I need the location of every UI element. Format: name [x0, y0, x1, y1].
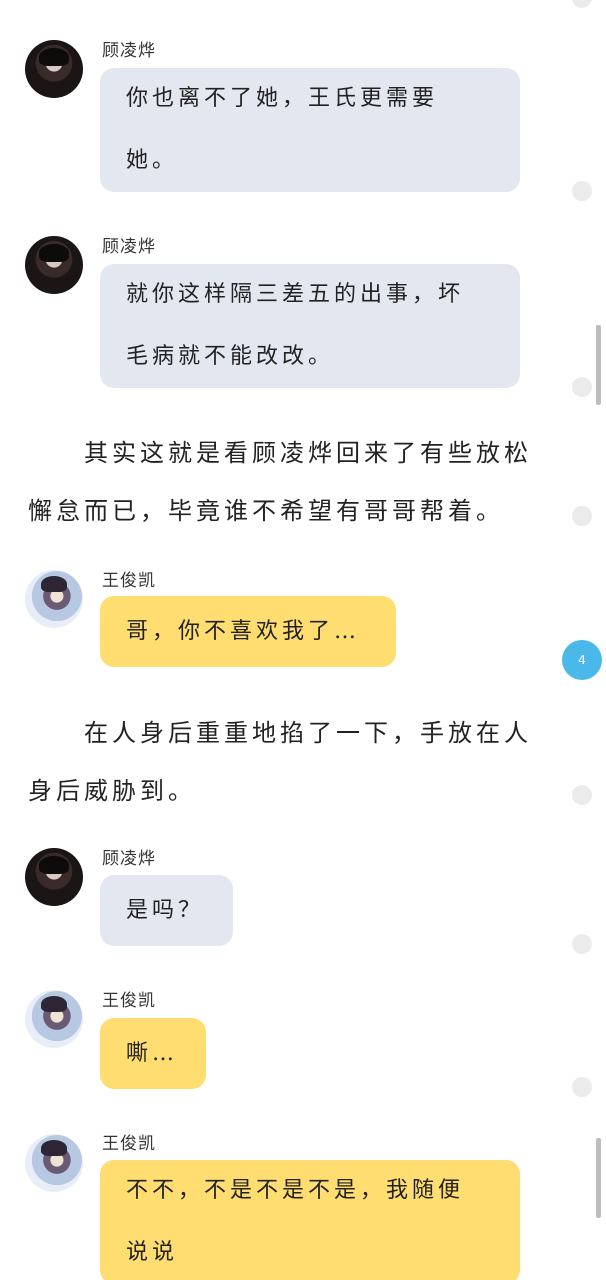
narration-paragraph: 在人身后重重地掐了一下，手放在人身后威胁到。: [28, 719, 532, 805]
message-bubble: 你也离不了她，王氏更需要 她。: [100, 68, 520, 192]
message-bubble: 就你这样隔三差五的出事，坏 毛病就不能改改。: [100, 264, 520, 388]
avatar-gu-lingye[interactable]: [25, 236, 83, 294]
comment-dot[interactable]: [572, 377, 592, 397]
avatar-wang-junkai[interactable]: [25, 1134, 83, 1192]
comment-dot[interactable]: [572, 1077, 592, 1097]
message-line: 嘶…: [126, 1041, 179, 1066]
speaker-name: 顾凌烨: [102, 237, 156, 257]
speaker-name: 顾凌烨: [102, 849, 156, 869]
avatar-gu-lingye[interactable]: [25, 848, 83, 906]
comment-dot[interactable]: [572, 785, 592, 805]
scrollbar-thumb[interactable]: [596, 1138, 601, 1218]
speaker-name: 王俊凯: [102, 991, 156, 1011]
message-line: 你也离不了她，王氏更需要: [126, 86, 439, 111]
speaker-name: 顾凌烨: [102, 41, 156, 61]
scrollbar-thumb[interactable]: [596, 325, 601, 405]
comment-dot[interactable]: [572, 0, 592, 8]
message-bubble: 嘶…: [100, 1018, 206, 1089]
speaker-name: 王俊凯: [102, 571, 156, 591]
comment-dot[interactable]: [572, 506, 592, 526]
message-line: 毛病就不能改改。: [126, 344, 335, 369]
message-bubble: 哥，你不喜欢我了…: [100, 596, 396, 667]
message-line: 说说: [126, 1240, 179, 1265]
comment-dot[interactable]: [572, 181, 592, 201]
message-line: 不不，不是不是不是，我随便: [126, 1178, 465, 1203]
message-bubble: 不不，不是不是不是，我随便 说说: [100, 1160, 520, 1280]
avatar-gu-lingye[interactable]: [25, 40, 83, 98]
avatar-wang-junkai[interactable]: [25, 990, 83, 1048]
narration-paragraph: 其实这就是看顾凌烨回来了有些放松懈怠而已，毕竟谁不希望有哥哥帮着。: [28, 439, 532, 525]
comment-count-badge[interactable]: 4: [562, 640, 602, 680]
message-line: 就你这样隔三差五的出事，坏: [126, 282, 465, 307]
avatar-wang-junkai[interactable]: [25, 570, 83, 628]
message-line: 她。: [126, 148, 179, 173]
speaker-name: 王俊凯: [102, 1134, 156, 1154]
comment-dot[interactable]: [572, 934, 592, 954]
chat-story-page: 顾凌烨 你也离不了她，王氏更需要 她。 顾凌烨 就你这样隔三差五的出事，坏 毛病…: [0, 0, 606, 1280]
message-bubble: 是吗？: [100, 875, 233, 946]
message-line: 是吗？: [126, 898, 205, 923]
message-line: 哥，你不喜欢我了…: [126, 619, 361, 644]
